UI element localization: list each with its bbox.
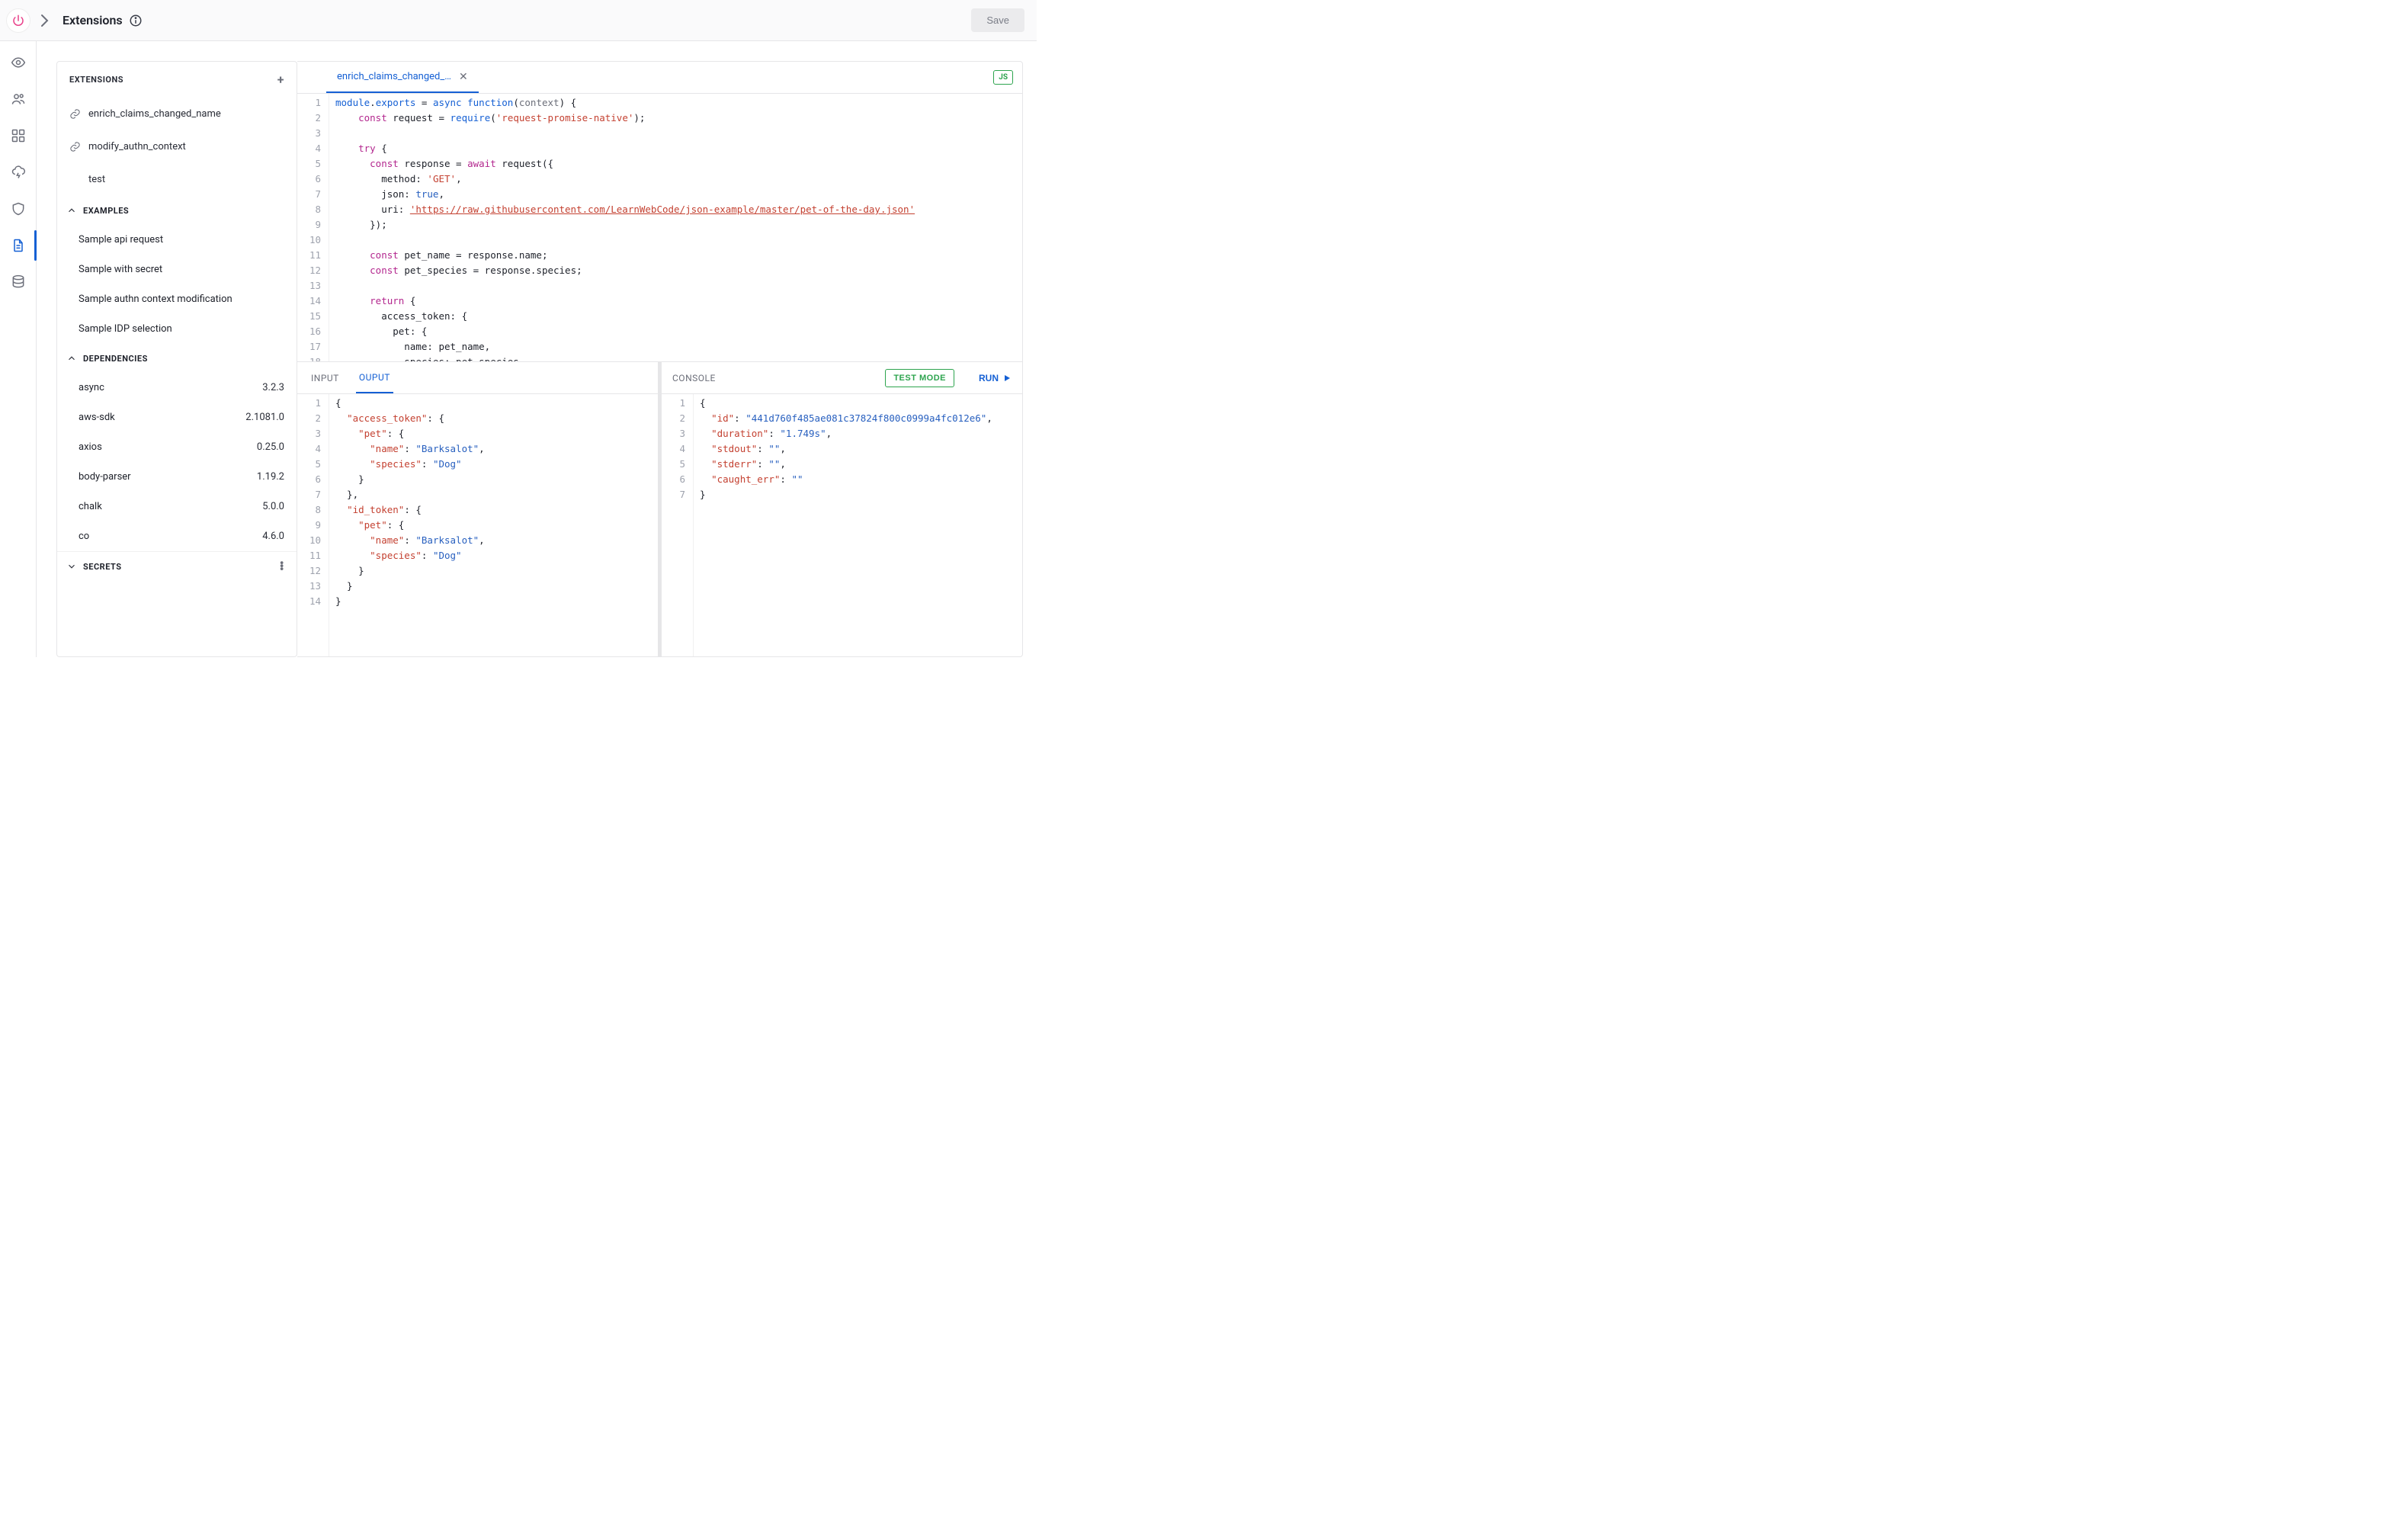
code-gutter: 12345678910111213141516171819202122 bbox=[297, 94, 329, 361]
dependency-item[interactable]: aws-sdk 2.1081.0 bbox=[57, 403, 297, 432]
dependency-item[interactable]: axios 0.25.0 bbox=[57, 432, 297, 462]
close-tab-icon[interactable]: ✕ bbox=[459, 71, 468, 83]
output-viewer: 1234567891011121314 { "access_token": { … bbox=[297, 394, 658, 656]
dependency-name: body-parser bbox=[79, 471, 131, 483]
dependency-version: 1.19.2 bbox=[257, 471, 284, 483]
input-tab[interactable]: INPUT bbox=[308, 362, 342, 393]
dependency-item[interactable]: body-parser 1.19.2 bbox=[57, 462, 297, 492]
example-item[interactable]: Sample with secret bbox=[57, 255, 297, 284]
example-item[interactable]: Sample IDP selection bbox=[57, 314, 297, 344]
dependency-item[interactable]: chalk 5.0.0 bbox=[57, 492, 297, 521]
save-button[interactable]: Save bbox=[971, 8, 1024, 32]
language-badge: JS bbox=[993, 70, 1013, 85]
extension-item[interactable]: modify_authn_context bbox=[57, 130, 297, 163]
dependency-version: 2.1081.0 bbox=[245, 412, 284, 423]
dependency-name: aws-sdk bbox=[79, 412, 115, 423]
code-editor[interactable]: 12345678910111213141516171819202122 modu… bbox=[297, 94, 1022, 362]
dependency-item[interactable]: co 4.6.0 bbox=[57, 521, 297, 551]
run-button[interactable]: RUN bbox=[979, 373, 1012, 383]
console-viewer: 1234567 { "id": "441d760f485ae081c37824f… bbox=[662, 394, 1022, 656]
dependency-name: async bbox=[79, 382, 104, 393]
nav-rail bbox=[0, 41, 37, 657]
rail-thunder-cloud-icon[interactable] bbox=[8, 162, 29, 183]
side-panel: EXTENSIONS + enrich_claims_changed_namem… bbox=[56, 61, 297, 657]
info-icon[interactable] bbox=[129, 14, 143, 27]
dependencies-title: DEPENDENCIES bbox=[83, 354, 148, 364]
dependency-version: 0.25.0 bbox=[257, 441, 284, 453]
extension-name: modify_authn_context bbox=[88, 141, 186, 152]
extension-name: test bbox=[88, 174, 105, 185]
rail-database-icon[interactable] bbox=[8, 271, 29, 293]
extension-name: enrich_claims_changed_name bbox=[88, 108, 221, 120]
extension-item[interactable]: test bbox=[57, 163, 297, 196]
chevron-up-icon bbox=[66, 205, 77, 216]
extension-item[interactable]: enrich_claims_changed_name bbox=[57, 98, 297, 130]
output-gutter: 1234567891011121314 bbox=[297, 394, 329, 656]
console-lines: { "id": "441d760f485ae081c37824f800c0999… bbox=[694, 394, 1022, 656]
chevron-right-icon[interactable] bbox=[35, 11, 53, 30]
dependency-name: co bbox=[79, 531, 89, 542]
editor-tabs: enrich_claims_changed_… ✕ JS bbox=[297, 62, 1022, 94]
file-tab-label: enrich_claims_changed_… bbox=[337, 71, 451, 82]
rail-apps-icon[interactable] bbox=[8, 125, 29, 146]
dependency-version: 3.2.3 bbox=[262, 382, 284, 393]
dependency-item[interactable]: async 3.2.3 bbox=[57, 373, 297, 403]
file-tab[interactable]: enrich_claims_changed_… ✕ bbox=[326, 62, 479, 93]
extensions-section-header: EXTENSIONS + bbox=[57, 62, 297, 98]
dependency-version: 4.6.0 bbox=[262, 531, 284, 542]
test-mode-button[interactable]: TEST MODE bbox=[885, 369, 954, 387]
code-lines[interactable]: module.exports = async function(context)… bbox=[329, 94, 1022, 361]
dependency-name: chalk bbox=[79, 501, 102, 512]
chevron-down-icon bbox=[66, 561, 77, 572]
secrets-title: SECRETS bbox=[83, 562, 122, 572]
play-icon bbox=[1002, 374, 1012, 383]
console-header: CONSOLE TEST MODE RUN bbox=[662, 362, 1022, 394]
dependencies-section-header[interactable]: DEPENDENCIES bbox=[57, 344, 297, 373]
console-gutter: 1234567 bbox=[662, 394, 694, 656]
example-item[interactable]: Sample api request bbox=[57, 225, 297, 255]
rail-eye-icon[interactable] bbox=[8, 52, 29, 73]
console-label: CONSOLE bbox=[672, 373, 716, 383]
topbar: Extensions Save bbox=[0, 0, 1037, 41]
secrets-more-icon[interactable]: ••• bbox=[280, 562, 284, 571]
dependencies-list: async 3.2.3 aws-sdk 2.1081.0 axios 0.25.0 body… bbox=[57, 373, 297, 551]
rail-users-icon[interactable] bbox=[8, 88, 29, 110]
examples-list: Sample api requestSample with secretSamp… bbox=[57, 225, 297, 344]
bottom-panel: INPUT OUPUT 1234567891011121314 { "acces… bbox=[297, 362, 1022, 656]
editor-area: enrich_claims_changed_… ✕ JS 12345678910… bbox=[297, 61, 1023, 657]
output-tab[interactable]: OUPUT bbox=[356, 362, 393, 393]
dependency-version: 5.0.0 bbox=[262, 501, 284, 512]
extensions-title: EXTENSIONS bbox=[69, 75, 123, 85]
power-icon[interactable] bbox=[6, 8, 30, 33]
rail-document-icon[interactable] bbox=[8, 235, 29, 256]
rail-shield-icon[interactable] bbox=[8, 198, 29, 220]
secrets-section-header[interactable]: SECRETS ••• bbox=[57, 551, 297, 581]
extensions-list: enrich_claims_changed_name modify_authn_c… bbox=[57, 98, 297, 196]
output-lines: { "access_token": { "pet": { "name": "Ba… bbox=[329, 394, 658, 656]
output-tabs: INPUT OUPUT bbox=[297, 362, 658, 394]
page-title: Extensions bbox=[63, 13, 123, 27]
example-item[interactable]: Sample authn context modification bbox=[57, 284, 297, 314]
dependency-name: axios bbox=[79, 441, 102, 453]
add-extension-button[interactable]: + bbox=[277, 72, 284, 87]
examples-section-header[interactable]: EXAMPLES bbox=[57, 196, 297, 225]
examples-title: EXAMPLES bbox=[83, 206, 129, 216]
run-label: RUN bbox=[979, 373, 999, 383]
chevron-up-icon bbox=[66, 353, 77, 364]
